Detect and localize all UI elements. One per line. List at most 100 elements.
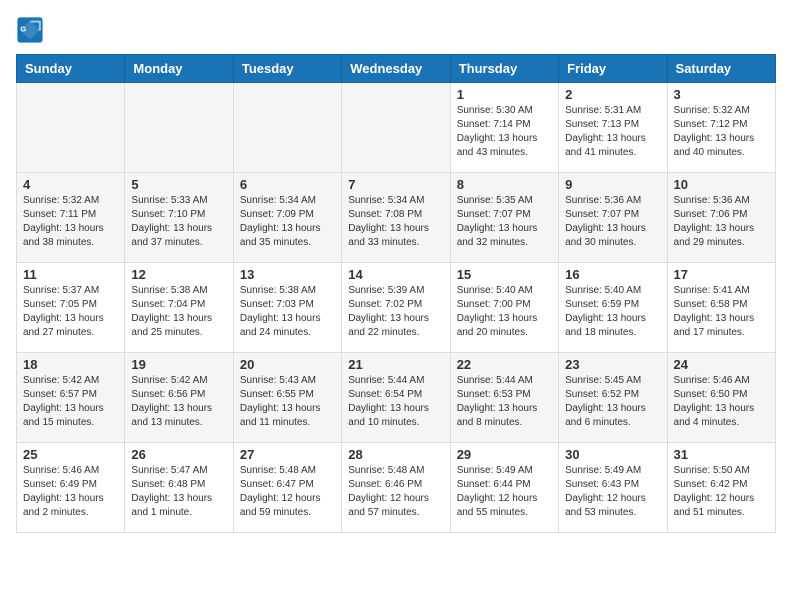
day-number: 27: [240, 447, 335, 462]
calendar-day-cell: 5 Sunrise: 5:33 AM Sunset: 7:10 PM Daylig…: [125, 173, 233, 263]
day-info: Sunrise: 5:42 AM Sunset: 6:57 PM Dayligh…: [23, 374, 118, 430]
day-info: Sunrise: 5:43 AM Sunset: 6:55 PM Dayligh…: [240, 374, 335, 430]
day-info: Sunrise: 5:44 AM Sunset: 6:54 PM Dayligh…: [348, 374, 443, 430]
calendar-day-cell: 2Sunrise: 5:31 AM Sunset: 7:13 PM Daylig…: [559, 83, 667, 173]
day-info: Sunrise: 5:30 AM Sunset: 7:14 PM Dayligh…: [457, 104, 552, 160]
calendar-week-row: 4 Sunrise: 5:32 AM Sunset: 7:11 PM Daylig…: [17, 173, 776, 263]
day-number: 24: [674, 357, 769, 372]
weekday-header: Tuesday: [233, 55, 341, 83]
day-number: 18: [23, 357, 118, 372]
calendar-day-cell: 20 Sunrise: 5:43 AM Sunset: 6:55 PM Dayli…: [233, 353, 341, 443]
calendar-day-cell: 13Sunrise: 5:38 AM Sunset: 7:03 PM Dayli…: [233, 263, 341, 353]
day-info: Sunrise: 5:32 AM Sunset: 7:12 PM Dayligh…: [674, 104, 769, 160]
day-number: 29: [457, 447, 552, 462]
weekday-header: Saturday: [667, 55, 775, 83]
calendar-day-cell: 8 Sunrise: 5:35 AM Sunset: 7:07 PM Daylig…: [450, 173, 558, 263]
calendar-day-cell: 9Sunrise: 5:36 AM Sunset: 7:07 PM Daylig…: [559, 173, 667, 263]
day-info: Sunrise: 5:47 AM Sunset: 6:48 PM Dayligh…: [131, 464, 226, 520]
day-info: Sunrise: 5:32 AM Sunset: 7:11 PM Dayligh…: [23, 194, 118, 250]
day-number: 23: [565, 357, 660, 372]
weekday-header: Sunday: [17, 55, 125, 83]
svg-text:G: G: [20, 24, 26, 33]
calendar-day-cell: 25 Sunrise: 5:46 AM Sunset: 6:49 PM Dayli…: [17, 443, 125, 533]
day-info: Sunrise: 5:45 AM Sunset: 6:52 PM Dayligh…: [565, 374, 660, 430]
day-number: 4: [23, 177, 118, 192]
day-number: 15: [457, 267, 552, 282]
day-number: 17: [674, 267, 769, 282]
calendar-day-cell: 29 Sunrise: 5:49 AM Sunset: 6:44 PM Dayli…: [450, 443, 558, 533]
day-info: Sunrise: 5:44 AM Sunset: 6:53 PM Dayligh…: [457, 374, 552, 430]
day-info: Sunrise: 5:36 AM Sunset: 7:06 PM Dayligh…: [674, 194, 769, 250]
day-info: Sunrise: 5:37 AM Sunset: 7:05 PM Dayligh…: [23, 284, 118, 340]
day-number: 12: [131, 267, 226, 282]
day-info: Sunrise: 5:50 AM Sunset: 6:42 PM Dayligh…: [674, 464, 769, 520]
calendar-day-cell: 7 Sunrise: 5:34 AM Sunset: 7:08 PM Daylig…: [342, 173, 450, 263]
calendar-day-cell: 30Sunrise: 5:49 AM Sunset: 6:43 PM Dayli…: [559, 443, 667, 533]
calendar-table: SundayMondayTuesdayWednesdayThursdayFrid…: [16, 54, 776, 533]
page-header: G: [16, 16, 776, 44]
calendar-day-cell: 12 Sunrise: 5:38 AM Sunset: 7:04 PM Dayli…: [125, 263, 233, 353]
day-number: 2: [565, 87, 660, 102]
calendar-day-cell: 23 Sunrise: 5:45 AM Sunset: 6:52 PM Dayli…: [559, 353, 667, 443]
logo: G: [16, 16, 48, 44]
calendar-day-cell: 3 Sunrise: 5:32 AM Sunset: 7:12 PM Daylig…: [667, 83, 775, 173]
day-info: Sunrise: 5:41 AM Sunset: 6:58 PM Dayligh…: [674, 284, 769, 340]
day-info: Sunrise: 5:38 AM Sunset: 7:03 PM Dayligh…: [240, 284, 335, 340]
calendar-day-cell: [233, 83, 341, 173]
day-info: Sunrise: 5:38 AM Sunset: 7:04 PM Dayligh…: [131, 284, 226, 340]
day-info: Sunrise: 5:46 AM Sunset: 6:49 PM Dayligh…: [23, 464, 118, 520]
day-number: 20: [240, 357, 335, 372]
weekday-header: Thursday: [450, 55, 558, 83]
day-info: Sunrise: 5:35 AM Sunset: 7:07 PM Dayligh…: [457, 194, 552, 250]
day-number: 7: [348, 177, 443, 192]
day-info: Sunrise: 5:39 AM Sunset: 7:02 PM Dayligh…: [348, 284, 443, 340]
day-number: 6: [240, 177, 335, 192]
day-info: Sunrise: 5:34 AM Sunset: 7:08 PM Dayligh…: [348, 194, 443, 250]
day-info: Sunrise: 5:48 AM Sunset: 6:47 PM Dayligh…: [240, 464, 335, 520]
day-number: 14: [348, 267, 443, 282]
calendar-day-cell: 16 Sunrise: 5:40 AM Sunset: 6:59 PM Dayli…: [559, 263, 667, 353]
calendar-day-cell: 24 Sunrise: 5:46 AM Sunset: 6:50 PM Dayli…: [667, 353, 775, 443]
calendar-day-cell: 4 Sunrise: 5:32 AM Sunset: 7:11 PM Daylig…: [17, 173, 125, 263]
calendar-day-cell: 18 Sunrise: 5:42 AM Sunset: 6:57 PM Dayli…: [17, 353, 125, 443]
day-info: Sunrise: 5:34 AM Sunset: 7:09 PM Dayligh…: [240, 194, 335, 250]
calendar-week-row: 18 Sunrise: 5:42 AM Sunset: 6:57 PM Dayli…: [17, 353, 776, 443]
weekday-header: Wednesday: [342, 55, 450, 83]
day-number: 8: [457, 177, 552, 192]
calendar-day-cell: 17 Sunrise: 5:41 AM Sunset: 6:58 PM Dayli…: [667, 263, 775, 353]
day-info: Sunrise: 5:40 AM Sunset: 6:59 PM Dayligh…: [565, 284, 660, 340]
calendar-day-cell: 19 Sunrise: 5:42 AM Sunset: 6:56 PM Dayli…: [125, 353, 233, 443]
day-number: 10: [674, 177, 769, 192]
calendar-day-cell: 15 Sunrise: 5:40 AM Sunset: 7:00 PM Dayli…: [450, 263, 558, 353]
calendar-day-cell: 21 Sunrise: 5:44 AM Sunset: 6:54 PM Dayli…: [342, 353, 450, 443]
calendar-day-cell: 14 Sunrise: 5:39 AM Sunset: 7:02 PM Dayli…: [342, 263, 450, 353]
calendar-day-cell: 26Sunrise: 5:47 AM Sunset: 6:48 PM Dayli…: [125, 443, 233, 533]
weekday-header: Monday: [125, 55, 233, 83]
day-info: Sunrise: 5:46 AM Sunset: 6:50 PM Dayligh…: [674, 374, 769, 430]
day-number: 19: [131, 357, 226, 372]
calendar-week-row: 25 Sunrise: 5:46 AM Sunset: 6:49 PM Dayli…: [17, 443, 776, 533]
day-info: Sunrise: 5:42 AM Sunset: 6:56 PM Dayligh…: [131, 374, 226, 430]
day-info: Sunrise: 5:33 AM Sunset: 7:10 PM Dayligh…: [131, 194, 226, 250]
day-number: 21: [348, 357, 443, 372]
day-number: 30: [565, 447, 660, 462]
calendar-day-cell: 28Sunrise: 5:48 AM Sunset: 6:46 PM Dayli…: [342, 443, 450, 533]
calendar-week-row: 11Sunrise: 5:37 AM Sunset: 7:05 PM Dayli…: [17, 263, 776, 353]
calendar-header-row: SundayMondayTuesdayWednesdayThursdayFrid…: [17, 55, 776, 83]
calendar-day-cell: 11Sunrise: 5:37 AM Sunset: 7:05 PM Dayli…: [17, 263, 125, 353]
day-number: 31: [674, 447, 769, 462]
day-number: 1: [457, 87, 552, 102]
calendar-day-cell: 10 Sunrise: 5:36 AM Sunset: 7:06 PM Dayli…: [667, 173, 775, 263]
day-number: 25: [23, 447, 118, 462]
weekday-header: Friday: [559, 55, 667, 83]
calendar-day-cell: [17, 83, 125, 173]
day-number: 28: [348, 447, 443, 462]
day-number: 22: [457, 357, 552, 372]
day-number: 3: [674, 87, 769, 102]
logo-icon: G: [16, 16, 44, 44]
day-number: 5: [131, 177, 226, 192]
day-info: Sunrise: 5:40 AM Sunset: 7:00 PM Dayligh…: [457, 284, 552, 340]
day-info: Sunrise: 5:49 AM Sunset: 6:44 PM Dayligh…: [457, 464, 552, 520]
calendar-day-cell: 1 Sunrise: 5:30 AM Sunset: 7:14 PM Daylig…: [450, 83, 558, 173]
day-number: 16: [565, 267, 660, 282]
